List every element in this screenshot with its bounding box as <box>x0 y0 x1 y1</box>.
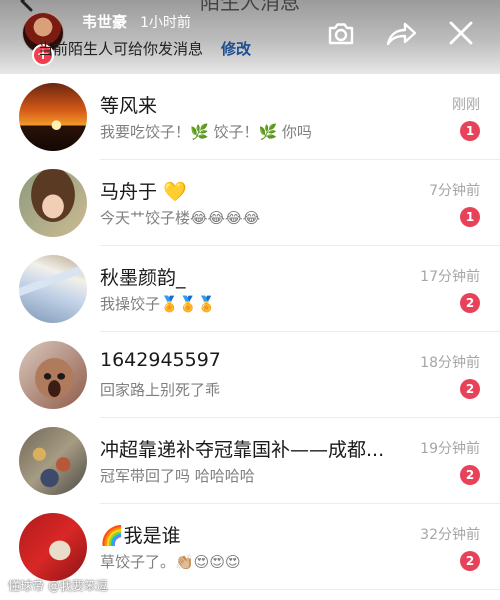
unread-badge: 1 <box>460 121 480 141</box>
contact-name: 冲超靠递补夺冠靠国补——成都... <box>100 439 385 461</box>
avatar[interactable] <box>19 513 87 581</box>
message-time: 18分钟前 <box>420 355 480 371</box>
close-icon[interactable] <box>446 18 478 50</box>
message-time: 32分钟前 <box>420 527 480 543</box>
sender-time: 1小时前 <box>140 15 191 31</box>
sender-name[interactable]: 韦世豪 <box>82 11 127 32</box>
unread-badge: 2 <box>460 465 480 485</box>
message-preview: 冠军带回了吗 哈哈哈哈 <box>100 467 255 485</box>
contact-name: 马舟于 💛 <box>100 181 187 203</box>
message-preview: 我操饺子🏅🏅🏅 <box>100 295 217 313</box>
conversation-list: 等风来 刚刚 我要吃饺子！🌿 饺子！🌿 你吗 1 马舟于 💛 7分钟前 今天艹饺… <box>0 74 500 590</box>
page-title: 陌生人消息 <box>200 0 300 14</box>
unread-badge: 2 <box>460 379 480 399</box>
message-preview: 我要吃饺子！🌿 饺子！🌿 你吗 <box>100 123 312 141</box>
avatar[interactable] <box>19 427 87 495</box>
message-time: 17分钟前 <box>420 269 480 285</box>
unread-badge: 1 <box>460 207 480 227</box>
camera-icon[interactable] <box>325 18 357 50</box>
message-time: 19分钟前 <box>420 441 480 457</box>
message-time: 7分钟前 <box>429 183 480 199</box>
watermark: 懂球帝 @我要笨逗 <box>8 579 108 593</box>
unread-badge: 2 <box>460 293 480 313</box>
message-preview: 草饺子了。👏🏼😍😍😍 <box>100 553 241 571</box>
conversation-row[interactable]: 1642945597 18分钟前 回家路上别死了乖 2 <box>0 332 500 418</box>
avatar[interactable] <box>19 169 87 237</box>
divider <box>100 589 500 590</box>
message-time: 刚刚 <box>452 97 480 113</box>
avatar[interactable] <box>19 83 87 151</box>
privacy-hint: 当前陌生人可给你发消息 <box>38 40 204 58</box>
avatar[interactable] <box>19 341 87 409</box>
modify-link[interactable]: 修改 <box>221 38 251 59</box>
contact-name: 秋墨颜韵_ <box>100 267 186 289</box>
back-arrow-icon[interactable] <box>16 0 38 12</box>
contact-name: 1642945597 <box>100 349 221 371</box>
message-preview: 今天艹饺子楼😂😂😂😂 <box>100 209 261 227</box>
screen: 陌生人消息 + 韦世豪 1小时前 当前陌生人可给你发消息 修改 等风来 刚刚 我… <box>0 0 500 600</box>
share-icon[interactable] <box>384 18 417 50</box>
message-notification-bar: 陌生人消息 + 韦世豪 1小时前 当前陌生人可给你发消息 修改 <box>0 0 500 74</box>
conversation-row[interactable]: 冲超靠递补夺冠靠国补——成都... 19分钟前 冠军带回了吗 哈哈哈哈 2 <box>0 418 500 504</box>
conversation-row[interactable]: 等风来 刚刚 我要吃饺子！🌿 饺子！🌿 你吗 1 <box>0 74 500 160</box>
unread-badge: 2 <box>460 551 480 571</box>
avatar[interactable] <box>19 255 87 323</box>
conversation-row[interactable]: 秋墨颜韵_ 17分钟前 我操饺子🏅🏅🏅 2 <box>0 246 500 332</box>
conversation-row[interactable]: 马舟于 💛 7分钟前 今天艹饺子楼😂😂😂😂 1 <box>0 160 500 246</box>
contact-name: 🌈我是谁 <box>100 525 181 547</box>
message-preview: 回家路上别死了乖 <box>100 381 221 399</box>
contact-name: 等风来 <box>100 95 158 117</box>
